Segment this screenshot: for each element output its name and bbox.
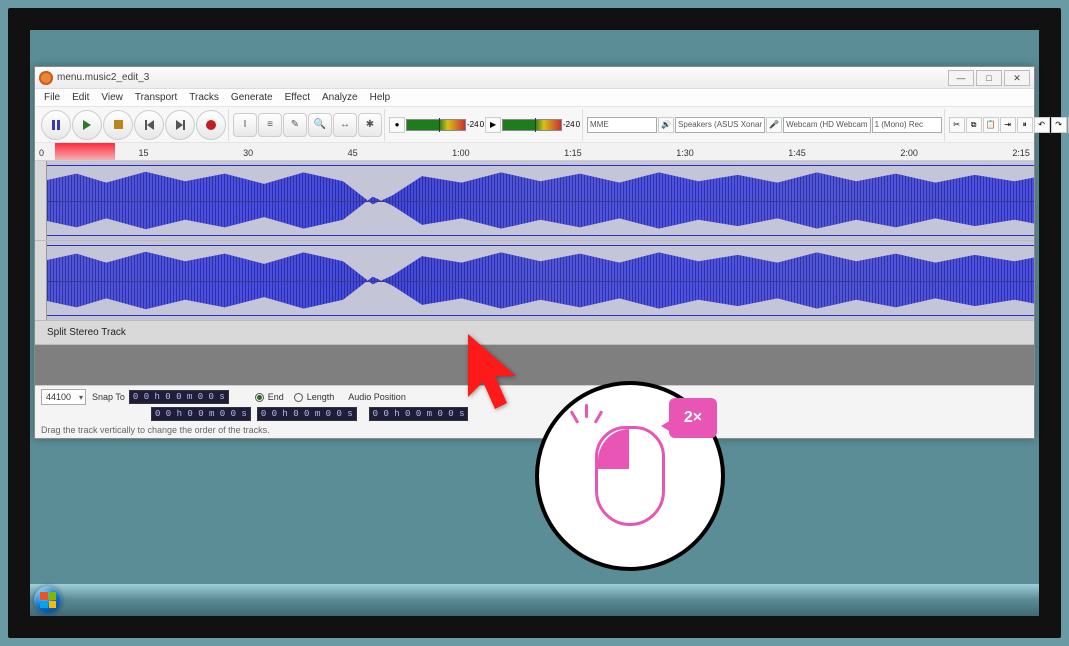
record-button[interactable] <box>196 110 226 140</box>
rec-channels-select[interactable]: 1 (Mono) Rec <box>872 117 942 133</box>
ruler-tick: 15 <box>139 148 149 158</box>
paste-button[interactable]: 📋 <box>983 117 999 133</box>
menu-analyze[interactable]: Analyze <box>317 91 363 104</box>
draw-tool[interactable]: ✎ <box>283 113 307 137</box>
ruler-tick: 30 <box>243 148 253 158</box>
app-icon <box>39 71 53 85</box>
timeline-ruler[interactable]: 0 15 30 45 1:00 1:15 1:30 1:45 2:00 2:15 <box>35 143 1034 161</box>
stop-button[interactable] <box>103 110 133 140</box>
audio-position-time[interactable]: 0 0 h 0 0 m 0 0 s <box>369 407 469 421</box>
project-rate-select[interactable]: 44100 <box>41 389 86 405</box>
multi-tool[interactable]: ✱ <box>358 113 382 137</box>
mouse-icon <box>595 426 665 526</box>
track-row[interactable] <box>35 241 1034 321</box>
selection-start-time[interactable]: 0 0 h 0 0 m 0 0 s <box>151 407 251 421</box>
menu-tracks[interactable]: Tracks <box>184 91 224 104</box>
menu-file[interactable]: File <box>39 91 65 104</box>
snap-to-label: Snap To <box>92 392 125 402</box>
play-meter-icon[interactable]: ▶ <box>485 117 501 133</box>
edit-toolbar: ✂ ⧉ 📋 ⇥ ⏸ ↶ ↷ 🔗 ＋ － ⇔ ⇕ <box>947 109 1069 141</box>
selection-tool[interactable]: I <box>233 113 257 137</box>
x2-tag: 2× <box>669 398 717 438</box>
ruler-tick: 1:45 <box>788 148 806 158</box>
empty-track-area[interactable] <box>35 345 1034 385</box>
db-label: -24 <box>467 120 479 129</box>
window-title: menu.music2_edit_3 <box>57 72 149 83</box>
db-label: -24 <box>563 120 575 129</box>
waveform-left[interactable] <box>47 161 1034 240</box>
menu-view[interactable]: View <box>96 91 128 104</box>
menu-generate[interactable]: Generate <box>226 91 278 104</box>
ruler-tick: 1:00 <box>452 148 470 158</box>
track-label-row[interactable]: Split Stereo Track <box>35 321 1034 345</box>
radio-length[interactable] <box>294 393 303 402</box>
track-row[interactable] <box>35 161 1034 241</box>
ruler-tick: 0 <box>39 148 44 158</box>
input-device-select[interactable]: Webcam (HD Webcam <box>783 117 871 133</box>
cut-button[interactable]: ✂ <box>949 117 965 133</box>
tools-grid: I ≡ ✎ 🔍 ↔ ✱ <box>231 109 385 141</box>
mic-icon: 🎤 <box>766 117 782 133</box>
tracks-panel: Split Stereo Track 2× <box>35 161 1034 345</box>
menu-transport[interactable]: Transport <box>130 91 182 104</box>
device-toolbar: MME 🔊 Speakers (ASUS Xonar 🎤 Webcam (HD … <box>585 109 945 141</box>
trim-button[interactable]: ⇥ <box>1000 117 1016 133</box>
play-button[interactable] <box>72 110 102 140</box>
audacity-window: menu.music2_edit_3 — □ ✕ File Edit View … <box>34 66 1035 439</box>
snap-to-value[interactable]: 0 0 h 0 0 m 0 0 s <box>129 390 229 404</box>
radio-end-label: End <box>268 392 284 402</box>
minimize-button[interactable]: — <box>948 70 974 86</box>
db-label: 0 <box>576 120 580 129</box>
track-control-panel[interactable] <box>35 161 47 240</box>
skip-end-button[interactable] <box>165 110 195 140</box>
menu-edit[interactable]: Edit <box>67 91 94 104</box>
overlay-cursor-icon <box>465 331 525 411</box>
redo-button[interactable]: ↷ <box>1051 117 1067 133</box>
toolbar: I ≡ ✎ 🔍 ↔ ✱ ● -24 0 ▶ -24 0 <box>35 107 1034 143</box>
ruler-tick: 1:15 <box>564 148 582 158</box>
output-device-select[interactable]: Speakers (ASUS Xonar <box>675 117 765 133</box>
selection-end-time[interactable]: 0 0 h 0 0 m 0 0 s <box>257 407 357 421</box>
audio-host-select[interactable]: MME <box>587 117 657 133</box>
titlebar[interactable]: menu.music2_edit_3 — □ ✕ <box>35 67 1034 89</box>
ruler-tick: 45 <box>348 148 358 158</box>
envelope-tool[interactable]: ≡ <box>258 113 282 137</box>
menu-effect[interactable]: Effect <box>280 91 315 104</box>
recording-meter[interactable] <box>406 119 466 131</box>
playback-meter[interactable] <box>502 119 562 131</box>
waveform-right[interactable] <box>47 241 1034 320</box>
pause-button[interactable] <box>41 110 71 140</box>
track-name-label: Split Stereo Track <box>47 327 126 338</box>
status-bar: Drag the track vertically to change the … <box>41 423 1028 435</box>
speaker-icon: 🔊 <box>658 117 674 133</box>
desktop: menu.music2_edit_3 — □ ✕ File Edit View … <box>30 30 1039 616</box>
double-click-hint-badge: 2× <box>535 381 725 571</box>
ruler-tick: 2:15 <box>1012 148 1030 158</box>
selection-toolbar: 44100 Snap To 0 0 h 0 0 m 0 0 s End Leng… <box>35 385 1034 438</box>
transport-controls <box>39 109 229 141</box>
copy-button[interactable]: ⧉ <box>966 117 982 133</box>
silence-button[interactable]: ⏸ <box>1017 117 1033 133</box>
undo-button[interactable]: ↶ <box>1034 117 1050 133</box>
radio-length-label: Length <box>307 392 335 402</box>
monitor-bezel: menu.music2_edit_3 — □ ✕ File Edit View … <box>8 8 1061 638</box>
ruler-tick: 1:30 <box>676 148 694 158</box>
maximize-button[interactable]: □ <box>976 70 1002 86</box>
track-control-panel[interactable] <box>35 241 47 320</box>
skip-start-button[interactable] <box>134 110 164 140</box>
timeshift-tool[interactable]: ↔ <box>333 113 357 137</box>
close-button[interactable]: ✕ <box>1004 70 1030 86</box>
start-button[interactable] <box>34 586 62 614</box>
rec-meter-icon[interactable]: ● <box>389 117 405 133</box>
menu-help[interactable]: Help <box>365 91 396 104</box>
ruler-tick: 2:00 <box>900 148 918 158</box>
menubar: File Edit View Transport Tracks Generate… <box>35 89 1034 107</box>
zoom-tool[interactable]: 🔍 <box>308 113 332 137</box>
db-label: 0 <box>480 120 484 129</box>
taskbar[interactable] <box>30 584 1039 616</box>
meters: ● -24 0 ▶ -24 0 <box>387 109 583 141</box>
audio-position-label: Audio Position <box>348 392 406 402</box>
radio-end[interactable] <box>255 393 264 402</box>
